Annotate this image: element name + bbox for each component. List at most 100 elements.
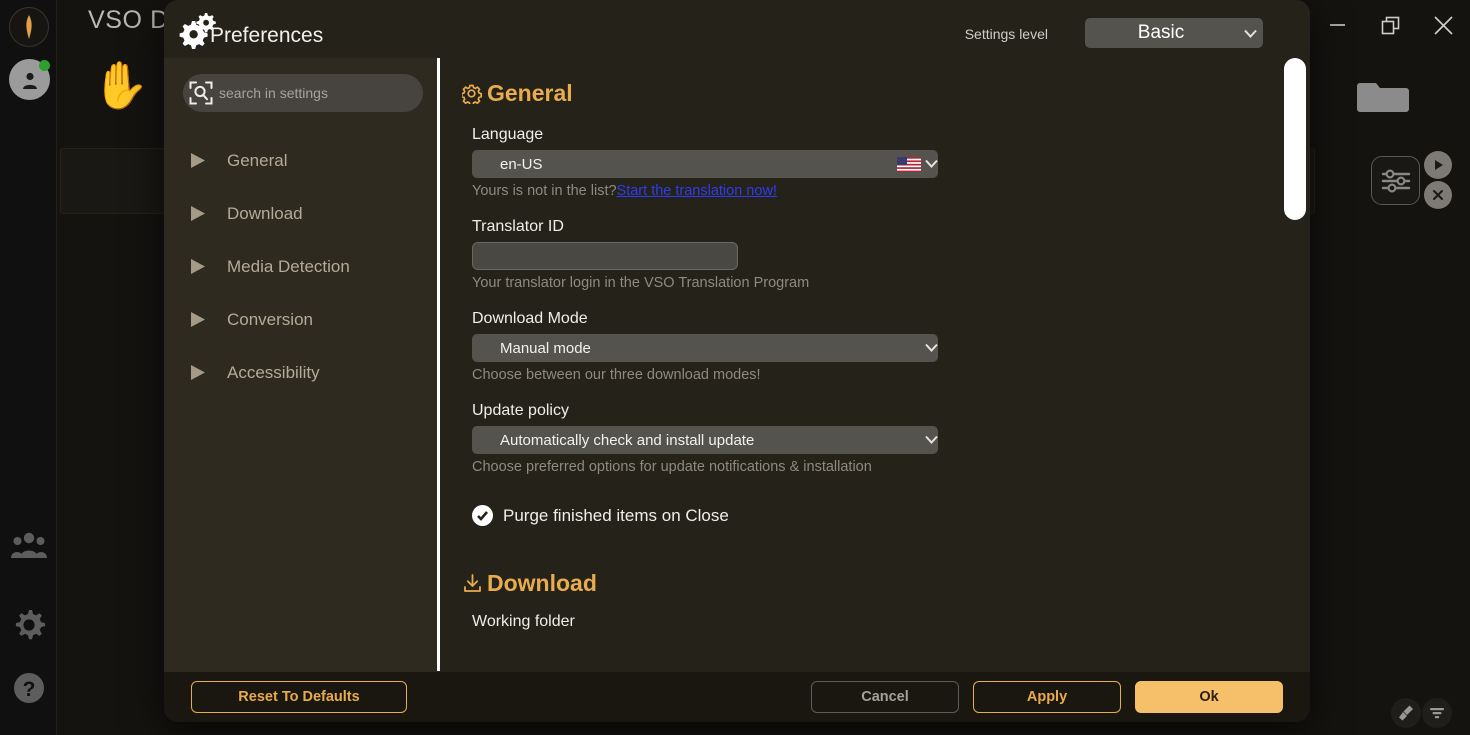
people-group-icon [11, 532, 47, 558]
play-icon [1435, 160, 1443, 170]
field-download-mode: Download Mode Manual mode Choose between… [472, 310, 1310, 383]
sidebar-item-label: Download [227, 203, 303, 223]
gear-check-icon [460, 82, 484, 106]
preferences-dialog: Preferences Settings level Basic search … [164, 0, 1310, 722]
search-input[interactable] [219, 85, 423, 101]
app-left-sidebar: ? [0, 0, 57, 735]
language-hint: Yours is not in the list?Start the trans… [472, 183, 1310, 199]
triangle-right-icon [188, 150, 218, 172]
settings-nav-list: General Download Media Detection Convers… [164, 134, 438, 399]
settings-level-value: Basic [1137, 22, 1185, 43]
ok-button[interactable]: Ok [1135, 681, 1283, 713]
sidebar-item-label: General [227, 150, 288, 170]
chevron-down-icon [925, 155, 938, 173]
translator-id-input[interactable] [472, 242, 738, 270]
download-settings-button[interactable] [1371, 156, 1420, 205]
section-heading-general: General [460, 80, 1310, 107]
settings-level-dropdown[interactable]: Basic [1085, 18, 1263, 48]
purge-checkbox-label: Purge finished items on Close [503, 505, 729, 525]
download-icon [460, 572, 484, 596]
sidebar-item-settings[interactable] [8, 604, 50, 646]
purge-checkbox-row[interactable]: Purge finished items on Close [472, 505, 1310, 526]
dialog-title: Preferences [210, 24, 324, 47]
checkbox-checked-icon[interactable] [472, 505, 493, 526]
us-flag-icon [897, 156, 921, 172]
section-heading-text: General [487, 80, 573, 106]
download-mode-value: Manual mode [500, 339, 591, 357]
sidebar-item-accessibility[interactable]: Accessibility [164, 346, 438, 399]
update-policy-hint: Choose preferred options for update noti… [472, 459, 872, 475]
scrollbar-thumb[interactable] [1284, 58, 1306, 220]
dialog-footer: Reset To Defaults Cancel Apply Ok [164, 672, 1310, 722]
sidebar-item-label: Accessibility [227, 362, 320, 382]
triangle-right-icon [188, 203, 218, 225]
update-policy-dropdown[interactable]: Automatically check and install update [472, 426, 938, 454]
window-close-button[interactable] [1424, 8, 1462, 42]
sidebar-item-help[interactable]: ? [8, 667, 50, 709]
translator-id-label: Translator ID [472, 218, 564, 235]
download-arrow-logo-icon [26, 15, 32, 39]
status-dot-online [39, 60, 50, 71]
sliders-icon [1381, 168, 1410, 193]
start-translation-link[interactable]: Start the translation now! [617, 183, 777, 199]
avatar[interactable] [9, 59, 50, 100]
sidebar-item-general[interactable]: General [164, 134, 438, 187]
user-avatar-icon [22, 72, 37, 89]
triangle-right-icon [188, 362, 218, 384]
dialog-header: Preferences Settings level Basic [164, 0, 1310, 58]
section-heading-text: Download [487, 570, 597, 596]
update-policy-value: Automatically check and install update [500, 431, 755, 449]
field-language: Language en-US Yours is not in the list?… [472, 126, 1310, 199]
working-folder-label: Working folder [472, 613, 575, 630]
chevron-down-icon [925, 339, 938, 357]
field-translator-id: Translator ID Your translator login in t… [472, 218, 1310, 291]
search-scan-icon [183, 74, 219, 112]
language-dropdown[interactable]: en-US [472, 150, 938, 178]
apply-button[interactable]: Apply [973, 681, 1121, 713]
question-circle-icon: ? [14, 673, 44, 703]
reset-to-defaults-button[interactable]: Reset To Defaults [191, 681, 407, 713]
triangle-right-icon [188, 256, 218, 278]
cancel-download-button[interactable] [1424, 181, 1452, 209]
sidebar-item-download[interactable]: Download [164, 187, 438, 240]
triangle-right-icon [188, 309, 218, 331]
update-policy-label: Update policy [472, 402, 569, 419]
dialog-sidebar: General Download Media Detection Convers… [164, 58, 438, 672]
translator-id-hint: Your translator login in the VSO Transla… [472, 275, 810, 291]
sidebar-item-media-detection[interactable]: Media Detection [164, 240, 438, 293]
broom-icon [1399, 705, 1413, 721]
download-mode-dropdown[interactable]: Manual mode [472, 334, 938, 362]
download-mode-hint: Choose between our three download modes! [472, 367, 761, 383]
settings-level-label: Settings level [964, 26, 1048, 42]
filter-icon [1430, 708, 1444, 719]
app-logo [9, 7, 49, 47]
field-update-policy: Update policy Automatically check and in… [472, 402, 1310, 475]
dialog-content: General Language en-US Yours is not in t… [440, 58, 1310, 672]
filter-button[interactable] [1422, 698, 1452, 728]
play-button[interactable] [1424, 151, 1452, 179]
language-value: en-US [500, 155, 543, 173]
sidebar-item-label: Media Detection [227, 256, 350, 276]
language-label: Language [472, 126, 544, 143]
search-box[interactable] [183, 74, 423, 112]
hand-icon: ✋ [92, 59, 150, 111]
svg-text:?: ? [23, 678, 36, 701]
close-icon [1433, 15, 1453, 35]
minimize-icon [1329, 24, 1345, 26]
sidebar-item-community[interactable] [8, 525, 50, 567]
language-hint-text: Yours is not in the list? [472, 183, 617, 199]
chevron-down-icon [925, 431, 938, 449]
restore-icon [1381, 16, 1399, 34]
sidebar-item-conversion[interactable]: Conversion [164, 293, 438, 346]
gear-icon [15, 610, 46, 640]
folder-icon[interactable] [1357, 75, 1409, 115]
cancel-button[interactable]: Cancel [811, 681, 959, 713]
chevron-down-icon [1237, 29, 1263, 38]
close-icon [1433, 190, 1443, 200]
download-mode-label: Download Mode [472, 310, 588, 327]
window-restore-button[interactable] [1371, 8, 1409, 42]
sidebar-item-label: Conversion [227, 309, 313, 329]
content-scrollbar[interactable] [1284, 58, 1306, 671]
clean-list-button[interactable] [1391, 698, 1421, 728]
window-minimize-button[interactable] [1318, 8, 1356, 42]
